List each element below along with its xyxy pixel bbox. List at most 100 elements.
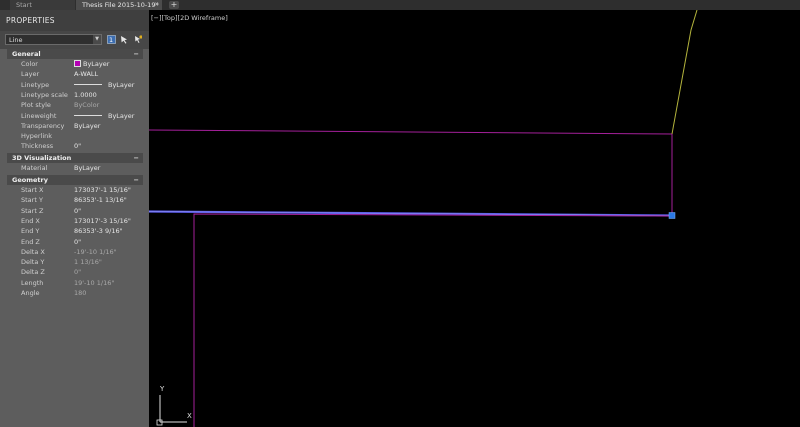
property-label: Transparency xyxy=(21,121,65,130)
property-label: Lineweight xyxy=(21,111,57,120)
property-row-start-y[interactable]: Start Y 86353'-1 13/16" xyxy=(7,195,143,205)
property-label: End Y xyxy=(21,227,40,236)
property-label: Linetype scale xyxy=(21,90,68,99)
property-label: Start Y xyxy=(21,196,43,205)
property-row-linetype[interactable]: Linetype ByLayer xyxy=(7,80,143,90)
section-geometry-title: Geometry xyxy=(12,176,48,184)
collapse-icon[interactable]: − xyxy=(134,49,139,59)
property-value[interactable]: 173037'-1 15/16" xyxy=(74,185,143,195)
collapse-icon[interactable]: − xyxy=(134,175,139,185)
tab-thesis-file-label: Thesis File 2015-10-19* xyxy=(82,1,159,9)
viewport-controls-label[interactable]: [−][Top][2D Wireframe] xyxy=(151,14,228,22)
property-label: Angle xyxy=(21,289,40,297)
object-selector-row: Line ▼ 1 xyxy=(0,31,149,49)
tab-close-icon[interactable]: × xyxy=(154,0,159,10)
color-swatch-icon xyxy=(74,60,81,67)
property-value[interactable]: 1.0000 xyxy=(74,90,143,100)
lineweight-value-text: ByLayer xyxy=(108,111,135,120)
property-row-transparency[interactable]: Transparency ByLayer xyxy=(7,121,143,131)
property-value[interactable]: ByLayer xyxy=(74,163,143,173)
property-value[interactable]: 0" xyxy=(74,206,143,216)
property-row-delta-x: Delta X -19'-10 1/16" xyxy=(7,247,143,257)
property-value[interactable]: A-WALL xyxy=(74,69,143,79)
property-row-length: Length 19'-10 1/16" xyxy=(7,278,143,288)
property-value[interactable]: 173017'-3 15/16" xyxy=(74,216,143,226)
select-objects-icon[interactable] xyxy=(120,35,129,44)
property-row-end-z[interactable]: End Z 0" xyxy=(7,237,143,247)
property-value: -19'-10 1/16" xyxy=(74,247,117,256)
property-label: Delta Y xyxy=(21,258,45,267)
property-label: End Z xyxy=(21,237,40,246)
property-label: Length xyxy=(21,278,44,287)
property-value[interactable]: ByLayer xyxy=(74,80,143,90)
section-3d-visualization-title: 3D Visualization xyxy=(12,154,72,162)
property-value: 180 xyxy=(74,289,87,297)
section-general-title: General xyxy=(12,50,41,58)
property-row-layer[interactable]: Layer A-WALL xyxy=(7,69,143,79)
wall-line-lower[interactable] xyxy=(193,213,673,427)
yellow-line[interactable] xyxy=(671,10,698,135)
property-row-angle: Angle 180 xyxy=(7,288,143,298)
wall-line-upper[interactable] xyxy=(149,129,673,214)
property-value: 19'-10 1/16" xyxy=(74,278,115,287)
toggle-pickadd-icon[interactable]: 1 xyxy=(107,35,116,44)
property-row-start-x[interactable]: Start X 173037'-1 15/16" xyxy=(7,185,143,195)
endpoint-grip[interactable] xyxy=(668,212,676,219)
property-value[interactable]: 0" xyxy=(74,141,143,151)
property-row-plot-style: Plot style ByColor xyxy=(7,100,143,110)
property-value: 0" xyxy=(74,268,82,277)
section-general[interactable]: General − xyxy=(7,49,143,59)
property-label: Linetype xyxy=(21,80,50,89)
property-label: Thickness xyxy=(21,142,54,151)
property-label: Color xyxy=(21,60,38,68)
property-label: Start X xyxy=(21,186,44,194)
property-row-lineweight[interactable]: Lineweight ByLayer xyxy=(7,111,143,121)
property-label: Hyperlink xyxy=(21,132,53,141)
property-row-thickness[interactable]: Thickness 0" xyxy=(7,141,143,151)
tab-thesis-file[interactable]: Thesis File 2015-10-19* × xyxy=(76,0,162,10)
linetype-sample-icon xyxy=(74,83,102,85)
svg-text:1: 1 xyxy=(109,36,113,44)
drawing-viewport[interactable]: [−][Top][2D Wireframe] Y X xyxy=(149,10,800,427)
color-value-text: ByLayer xyxy=(83,60,110,68)
object-type-value: Line xyxy=(9,36,23,44)
property-row-delta-z: Delta Z 0" xyxy=(7,267,143,277)
property-value[interactable]: ByLayer xyxy=(74,121,143,131)
lineweight-sample-icon xyxy=(74,114,102,116)
property-row-hyperlink[interactable]: Hyperlink xyxy=(7,131,143,141)
property-value[interactable]: 86353'-1 13/16" xyxy=(74,195,143,205)
quick-select-icon[interactable] xyxy=(133,35,142,44)
linetype-value-text: ByLayer xyxy=(108,80,135,89)
property-label: End X xyxy=(21,216,40,225)
property-label: Delta Z xyxy=(21,268,45,277)
property-value[interactable] xyxy=(74,131,143,141)
property-row-end-x[interactable]: End X 173017'-3 15/16" xyxy=(7,216,143,226)
property-value: 1 13/16" xyxy=(74,258,102,267)
property-row-color[interactable]: Color ByLayer xyxy=(7,59,143,69)
property-value[interactable]: 0" xyxy=(74,237,143,247)
property-label: Start Z xyxy=(21,206,44,215)
property-value[interactable]: ByLayer xyxy=(74,111,143,121)
property-value: ByColor xyxy=(74,101,100,110)
property-value[interactable]: 86353'-3 9/16" xyxy=(74,226,143,236)
property-row-linetype-scale[interactable]: Linetype scale 1.0000 xyxy=(7,90,143,100)
object-type-dropdown[interactable]: Line ▼ xyxy=(5,34,102,45)
document-tab-bar: Start Thesis File 2015-10-19* × + xyxy=(0,0,800,10)
property-row-material[interactable]: Material ByLayer xyxy=(7,163,143,173)
property-row-delta-y: Delta Y 1 13/16" xyxy=(7,257,143,267)
section-geometry[interactable]: Geometry − xyxy=(7,175,143,185)
tab-start[interactable]: Start xyxy=(10,0,75,10)
property-label: Material xyxy=(21,164,48,172)
ucs-y-label: Y xyxy=(160,385,165,393)
property-row-end-y[interactable]: End Y 86353'-3 9/16" xyxy=(7,226,143,236)
tab-start-label: Start xyxy=(16,1,32,9)
section-3d-visualization[interactable]: 3D Visualization − xyxy=(7,153,143,163)
new-tab-plus-icon[interactable]: + xyxy=(169,1,179,9)
ucs-x-label: X xyxy=(187,412,192,420)
property-value[interactable]: ByLayer xyxy=(74,59,143,69)
dropdown-arrow-icon[interactable]: ▼ xyxy=(93,35,101,44)
property-label: Layer xyxy=(21,70,40,79)
collapse-icon[interactable]: − xyxy=(134,153,139,163)
property-row-start-z[interactable]: Start Z 0" xyxy=(7,206,143,216)
drawing-canvas[interactable] xyxy=(149,10,800,427)
